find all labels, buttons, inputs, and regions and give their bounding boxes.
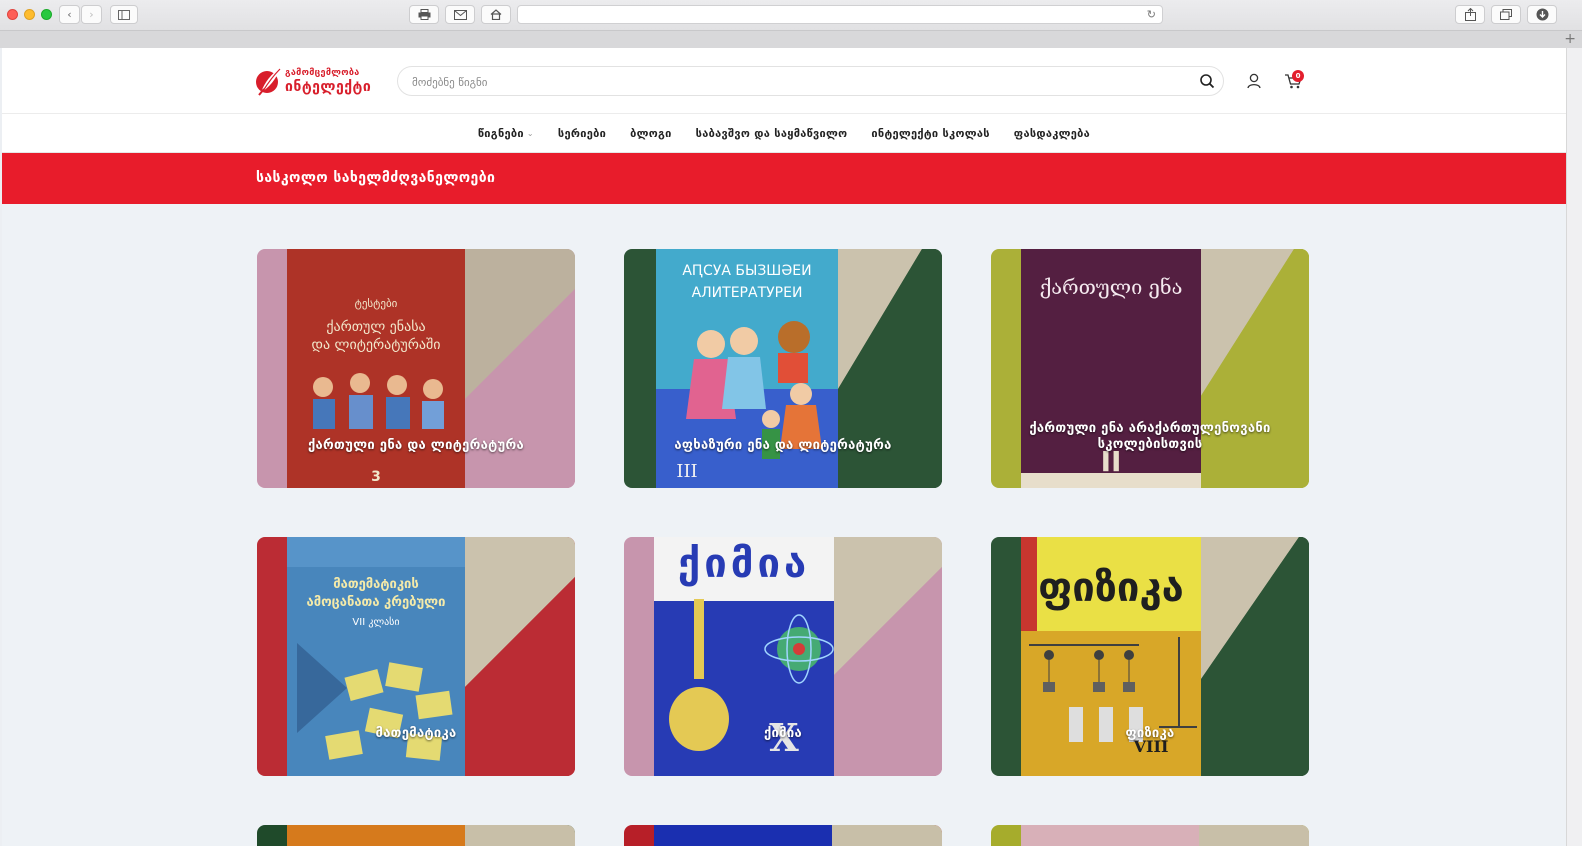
nav-item-label: ფასდაკლება xyxy=(1013,126,1091,140)
sidebar-toggle-button[interactable] xyxy=(110,5,138,24)
download-icon xyxy=(1536,8,1548,21)
chevron-left-icon: ‹ xyxy=(67,8,72,21)
tabs-icon xyxy=(1500,9,1512,20)
search-icon[interactable] xyxy=(1199,73,1215,89)
category-card-abkhaz-literature[interactable]: АԤСУА БЫЗШӘЕИ АЛИТЕРАТУРЕИ III აფხაზური … xyxy=(624,249,942,488)
downloads-button[interactable] xyxy=(1527,5,1557,24)
category-label: აფხაზური ენა და ლიტერატურა xyxy=(674,438,892,453)
back-button[interactable]: ‹ xyxy=(59,5,80,24)
mail-button[interactable] xyxy=(445,5,475,24)
category-card-chemistry[interactable]: ქიმია X ქიმია xyxy=(624,537,942,776)
share-icon xyxy=(1464,8,1476,21)
tab-strip: + xyxy=(0,30,1582,48)
maximize-window-button[interactable] xyxy=(41,9,52,20)
feather-logo-icon xyxy=(256,67,281,96)
home-button[interactable] xyxy=(481,5,511,24)
card-decoration xyxy=(1199,825,1309,846)
book-cover-image xyxy=(287,825,465,846)
chevron-down-icon: ⌄ xyxy=(526,128,534,138)
category-banner: სასკოლო სახელმძღვანელოები xyxy=(2,153,1566,204)
page-title: სასკოლო სახელმძღვანელოები xyxy=(256,170,496,186)
share-button[interactable] xyxy=(1455,5,1485,24)
card-decoration xyxy=(832,825,942,846)
category-label: ქართული ენა არაქართულენოვანი სკოლებისთვი… xyxy=(1029,421,1271,452)
nav-item-discount[interactable]: ფასდაკლება xyxy=(1014,127,1090,140)
category-card-partial[interactable] xyxy=(624,825,942,846)
search-box xyxy=(397,66,1224,96)
nav-item-intelekti-school[interactable]: ინტელექტი სკოლას xyxy=(871,127,989,140)
print-button[interactable] xyxy=(409,5,439,24)
category-card-physics[interactable]: ფიზიკა VIII ფიზიკა xyxy=(991,537,1309,776)
card-decoration xyxy=(465,825,575,846)
tabs-overview-button[interactable] xyxy=(1491,5,1521,24)
main-navigation: წიგნები ⌄ სერიები ბლოგი საბავშვო და საყმ… xyxy=(2,114,1566,153)
cart-count-badge: 0 xyxy=(1292,70,1304,82)
reload-icon[interactable]: ↻ xyxy=(1147,8,1156,21)
nav-item-label: წიგნები xyxy=(477,126,524,140)
category-label: ქართული ენა და ლიტერატურა xyxy=(307,438,525,453)
category-label: ქიმია xyxy=(763,726,802,741)
category-label: ფიზიკა xyxy=(1125,726,1175,741)
nav-item-blog[interactable]: ბლოგი xyxy=(630,127,672,140)
site-header: გამომცემლობა ინტელექტი 0 xyxy=(2,48,1566,114)
category-label: მათემატიკა xyxy=(375,726,457,741)
nav-item-label: ინტელექტი სკოლას xyxy=(871,126,990,140)
category-card-partial[interactable] xyxy=(257,825,575,846)
nav-item-series[interactable]: სერიები xyxy=(558,127,606,140)
site-logo[interactable]: გამომცემლობა ინტელექტი xyxy=(255,62,375,100)
category-card-georgian-for-non-georgian-schools[interactable]: ქართული ენა II ქართული ენა არაქართულენოვ… xyxy=(991,249,1309,488)
category-card-georgian-literature[interactable]: ტესტები ქართულ ენასა და ლიტერატურაში 3 ქ… xyxy=(257,249,575,488)
book-cover-image xyxy=(654,825,834,846)
sidebar-icon xyxy=(118,9,130,20)
user-account-icon[interactable] xyxy=(1246,72,1262,90)
logo-top-text: გამომცემლობა xyxy=(285,67,360,78)
scrollbar-gutter[interactable] xyxy=(1566,48,1582,846)
address-bar[interactable]: ↻ xyxy=(517,5,1163,24)
book-cover-image xyxy=(1021,825,1201,846)
search-input[interactable] xyxy=(412,73,1172,91)
envelope-icon xyxy=(453,9,467,20)
nav-item-label: ბლოგი xyxy=(630,126,672,140)
minimize-window-button[interactable] xyxy=(24,9,35,20)
close-window-button[interactable] xyxy=(7,9,18,20)
printer-icon xyxy=(418,9,430,20)
nav-item-children[interactable]: საბავშვო და საყმაწვილო xyxy=(696,127,848,140)
forward-button[interactable]: › xyxy=(81,5,102,24)
nav-item-label: სერიები xyxy=(557,126,607,140)
web-page: გამომცემლობა ინტელექტი 0 წიგნები ⌄ xyxy=(2,48,1566,846)
browser-toolbar: ‹ › ↻ xyxy=(0,0,1582,30)
chevron-right-icon: › xyxy=(89,8,94,21)
logo-bottom-text: ინტელექტი xyxy=(285,78,372,95)
home-icon xyxy=(490,9,502,20)
category-card-mathematics[interactable]: მათემატიკის ამოცანათა კრებული VII კლასი … xyxy=(257,537,575,776)
category-card-partial[interactable] xyxy=(991,825,1309,846)
new-tab-button[interactable]: + xyxy=(1564,31,1576,47)
nav-item-books[interactable]: წიგნები ⌄ xyxy=(478,127,534,140)
browser-chrome: ‹ › ↻ + xyxy=(0,0,1582,48)
nav-item-label: საბავშვო და საყმაწვილო xyxy=(695,126,848,140)
